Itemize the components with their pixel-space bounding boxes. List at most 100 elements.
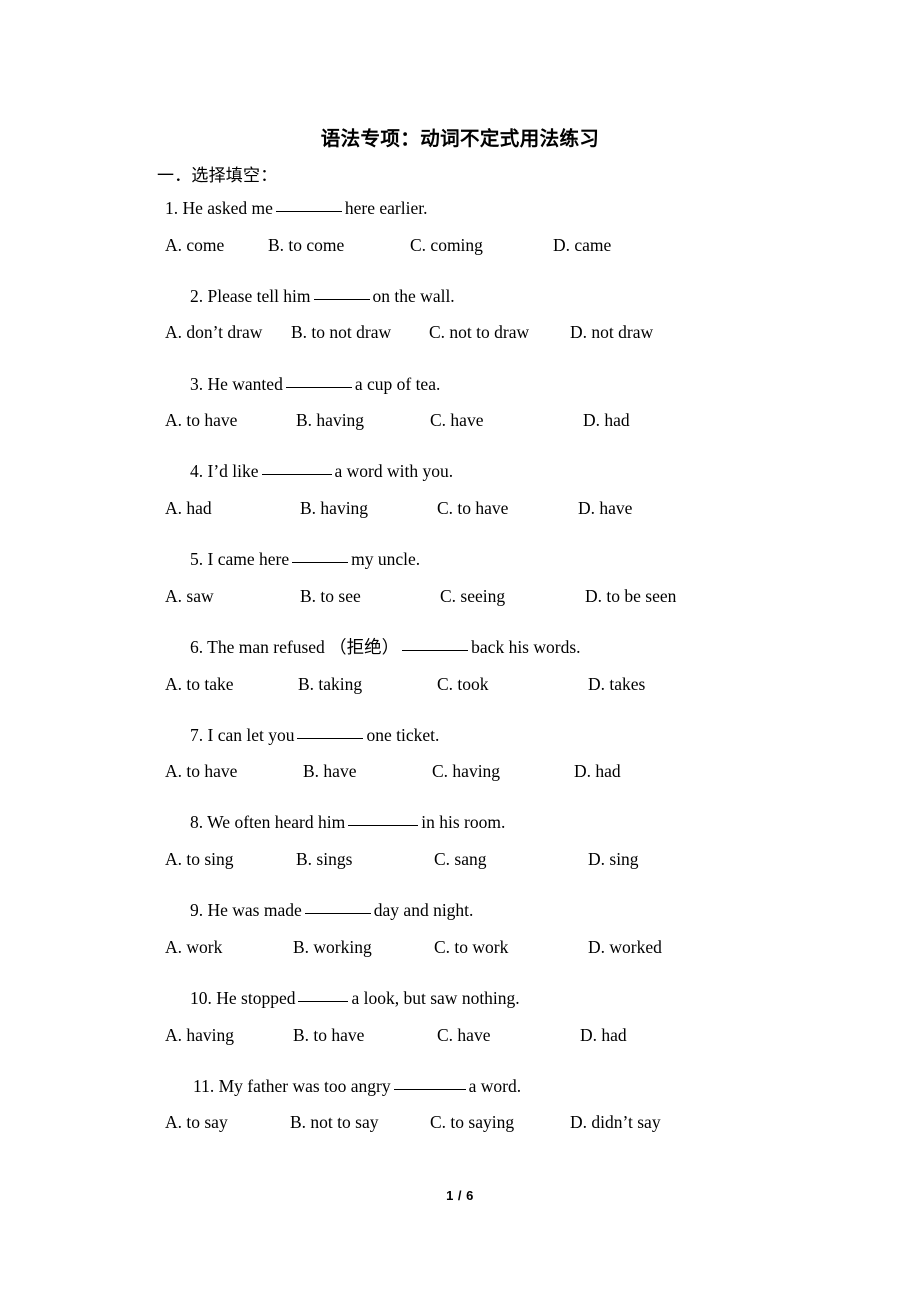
question-stem: 7. I can let you one ticket.: [190, 725, 440, 745]
question-options: A. having B. to have C. have D. had: [0, 1025, 920, 1050]
option-choice[interactable]: C. coming: [410, 235, 483, 255]
option-choice[interactable]: A. to take: [165, 674, 234, 694]
option-choice[interactable]: B. to come: [268, 235, 344, 255]
option-choice[interactable]: D. had: [583, 410, 630, 430]
question-stem-after: here earlier.: [344, 198, 428, 218]
question-stem-after: a cup of tea.: [354, 374, 441, 394]
question-options: A. to sing B. sings C. sang D. sing: [0, 849, 920, 874]
option-choice[interactable]: D. worked: [588, 937, 662, 957]
question-options: A. work B. working C. to work D. worked: [0, 937, 920, 962]
option-choice[interactable]: C. sang: [434, 849, 487, 869]
section-heading: 一．选择填空：: [157, 166, 278, 185]
option-choice[interactable]: A. to have: [165, 761, 237, 781]
option-choice[interactable]: C. having: [432, 761, 500, 781]
answer-blank[interactable]: [285, 375, 352, 388]
option-choice[interactable]: A. to say: [165, 1112, 228, 1132]
option-choice[interactable]: B. to not draw: [291, 322, 391, 342]
question-stem: 8. We often heard him in his room.: [190, 812, 506, 832]
question-stem-before: 9. He was made: [190, 900, 302, 920]
option-choice[interactable]: D. had: [574, 761, 621, 781]
footer-page-number: 1 / 6: [446, 1188, 474, 1203]
option-choice[interactable]: C. seeing: [440, 586, 505, 606]
option-choice[interactable]: B. having: [296, 410, 364, 430]
option-choice[interactable]: D. not draw: [570, 322, 653, 342]
option-choice[interactable]: A. to sing: [165, 849, 234, 869]
answer-blank[interactable]: [304, 901, 371, 914]
question-options: A. saw B. to see C. seeing D. to be seen: [0, 586, 920, 611]
question-stem-before: 2. Please tell him: [190, 286, 311, 306]
question-stem-after: back his words.: [471, 637, 581, 657]
option-choice[interactable]: B. having: [300, 498, 368, 518]
option-choice[interactable]: D. takes: [588, 674, 645, 694]
question-stem: 6. The man refused （拒绝） back his words.: [190, 637, 581, 657]
option-choice[interactable]: D. came: [553, 235, 611, 255]
option-choice[interactable]: D. sing: [588, 849, 639, 869]
question-stem: 11. My father was too angry a word.: [193, 1076, 522, 1096]
question-stem-before: 7. I can let you: [190, 725, 295, 745]
answer-blank[interactable]: [348, 813, 419, 826]
option-choice[interactable]: A. to have: [165, 410, 237, 430]
option-choice[interactable]: C. to work: [434, 937, 508, 957]
question-options: A. to take B. taking C. took D. takes: [0, 674, 920, 699]
answer-blank[interactable]: [402, 638, 469, 651]
question-stem-before: 6. The man refused （拒绝）: [190, 637, 400, 657]
answer-blank[interactable]: [313, 287, 370, 300]
question-stem-before: 10. He stopped: [190, 988, 296, 1008]
option-choice[interactable]: D. had: [580, 1025, 627, 1045]
question-stem-after: day and night.: [373, 900, 474, 920]
question-options: A. come B. to come C. coming D. came: [0, 235, 920, 260]
question-stem: 3. He wanted a cup of tea.: [190, 374, 441, 394]
option-choice[interactable]: A. had: [165, 498, 212, 518]
option-choice[interactable]: D. didn’t say: [570, 1112, 661, 1132]
option-choice[interactable]: A. come: [165, 235, 224, 255]
question-options: A. don’t draw B. to not draw C. not to dra…: [0, 322, 920, 347]
option-choice[interactable]: C. have: [430, 410, 483, 430]
option-choice[interactable]: B. not to say: [290, 1112, 378, 1132]
option-choice[interactable]: B. taking: [298, 674, 362, 694]
option-choice[interactable]: C. to saying: [430, 1112, 514, 1132]
option-choice[interactable]: B. to have: [293, 1025, 364, 1045]
answer-blank[interactable]: [298, 989, 349, 1002]
question-stem-before: 8. We often heard him: [190, 812, 346, 832]
option-choice[interactable]: B. to see: [300, 586, 361, 606]
question-stem: 9. He was made day and night.: [190, 900, 474, 920]
question-stem-before: 4. I’d like: [190, 461, 259, 481]
answer-blank[interactable]: [275, 199, 342, 212]
question-stem-after: a word with you.: [334, 461, 454, 481]
question-stem: 10. He stopped a look, but saw nothing.: [190, 988, 520, 1008]
option-choice[interactable]: D. to be seen: [585, 586, 676, 606]
option-choice[interactable]: D. have: [578, 498, 632, 518]
option-choice[interactable]: B. have: [303, 761, 356, 781]
question-stem-before: 1. He asked me: [165, 198, 273, 218]
answer-blank[interactable]: [292, 550, 349, 563]
option-choice[interactable]: C. have: [437, 1025, 490, 1045]
option-choice[interactable]: C. to have: [437, 498, 508, 518]
answer-blank[interactable]: [261, 462, 332, 475]
question-stem-before: 3. He wanted: [190, 374, 283, 394]
question-stem-after: one ticket.: [366, 725, 440, 745]
question-stem-before: 5. I came here: [190, 549, 290, 569]
question-options: A. to say B. not to say C. to saying D. did…: [0, 1112, 920, 1137]
worksheet-page: 语法专项：动词不定式用法练习 一．选择填空： 1. He asked me her…: [0, 0, 920, 1302]
option-choice[interactable]: B. sings: [296, 849, 352, 869]
page-title: 语法专项：动词不定式用法练习: [320, 128, 600, 150]
question-stem-after: in his room.: [421, 812, 506, 832]
question-stem: 1. He asked me here earlier.: [165, 198, 428, 218]
question-stem: 5. I came here my uncle.: [190, 549, 421, 569]
question-stem-after: a word.: [468, 1076, 522, 1096]
option-choice[interactable]: A. don’t draw: [165, 322, 262, 342]
question-options: A. to have B. have C. having D. had: [0, 761, 920, 786]
option-choice[interactable]: A. work: [165, 937, 222, 957]
option-choice[interactable]: C. not to draw: [429, 322, 529, 342]
answer-blank[interactable]: [393, 1077, 466, 1090]
question-stem: 2. Please tell him on the wall.: [190, 286, 455, 306]
option-choice[interactable]: A. having: [165, 1025, 234, 1045]
option-choice[interactable]: A. saw: [165, 586, 214, 606]
option-choice[interactable]: B. working: [293, 937, 372, 957]
question-stem-before: 11. My father was too angry: [193, 1076, 391, 1096]
question-options: A. had B. having C. to have D. have: [0, 498, 920, 523]
question-stem-after: my uncle.: [351, 549, 421, 569]
option-choice[interactable]: C. took: [437, 674, 489, 694]
answer-blank[interactable]: [297, 726, 364, 739]
question-stem: 4. I’d like a word with you.: [190, 461, 454, 481]
